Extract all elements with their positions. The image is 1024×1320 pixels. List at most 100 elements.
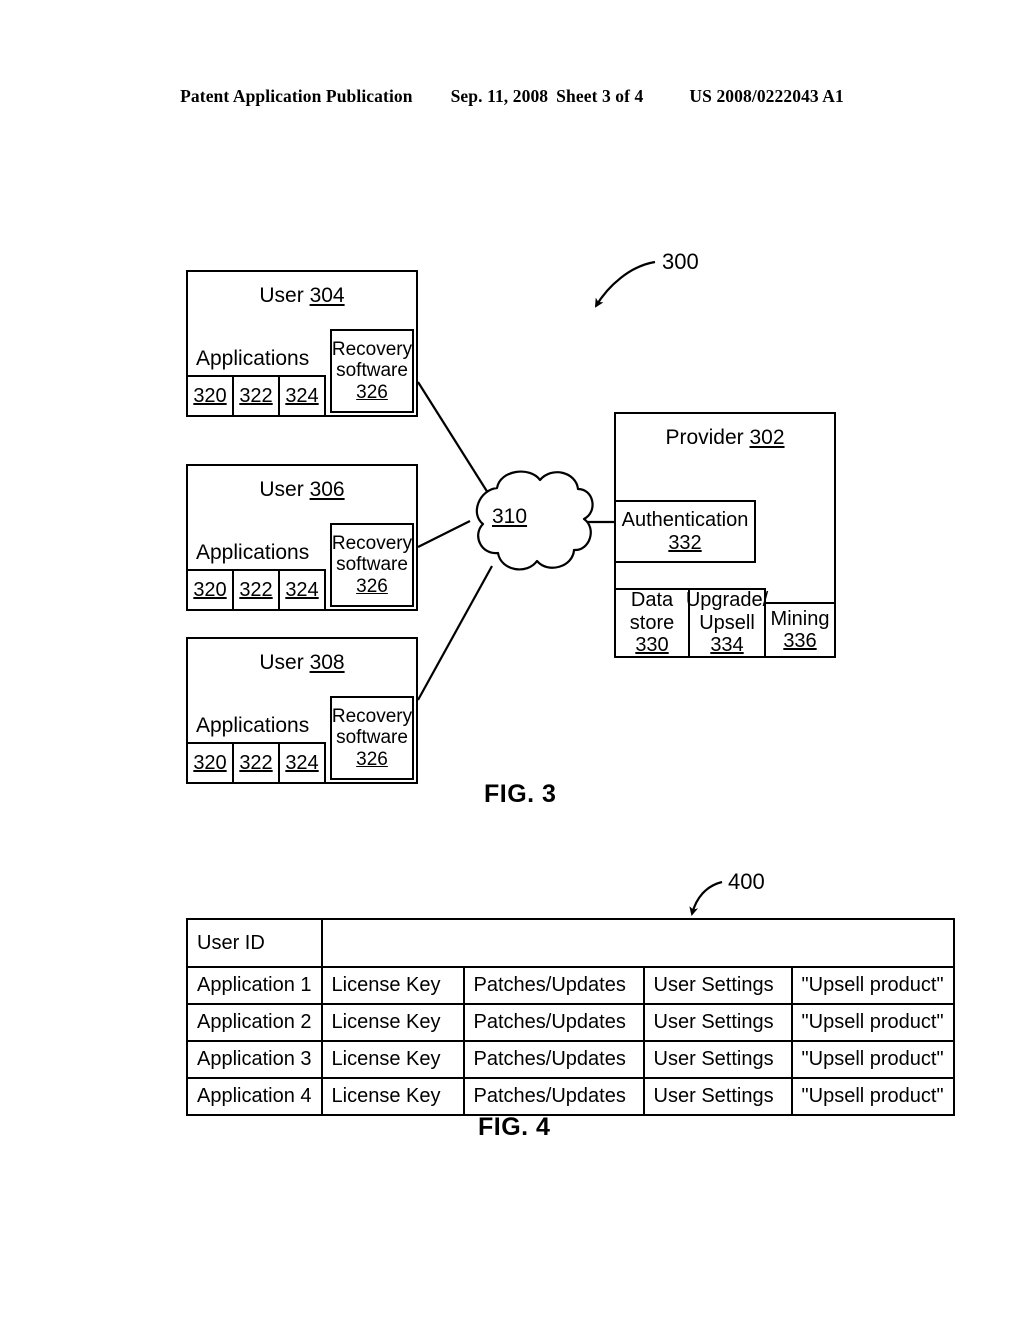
table-row: Application 4 License Key Patches/Update… bbox=[186, 1077, 955, 1116]
header-publication: Patent Application Publication bbox=[180, 86, 413, 106]
application-cell-320: 320 bbox=[186, 742, 234, 784]
user-block-306-title-text: User bbox=[259, 478, 304, 501]
table-row: Application 2 License Key Patches/Update… bbox=[186, 1003, 955, 1042]
table-cell-application: Application 1 bbox=[186, 966, 323, 1005]
table-cell-application: Application 4 bbox=[186, 1077, 323, 1116]
user-block-308-title: User 308 bbox=[188, 651, 416, 675]
table-row: Application 3 License Key Patches/Update… bbox=[186, 1040, 955, 1079]
mining-line1: Mining bbox=[770, 607, 830, 630]
recovery-software-box-326: Recovery software 326 bbox=[330, 696, 414, 780]
reference-callout-400: 400 bbox=[728, 869, 765, 894]
callout-arrow-300 bbox=[594, 260, 656, 308]
data-store-line2: store bbox=[629, 611, 675, 634]
authentication-box-332: Authentication 332 bbox=[614, 500, 756, 563]
recovery-software-line2: software bbox=[336, 360, 408, 382]
provider-title-text: Provider bbox=[665, 426, 744, 449]
user-block-304: User 304 Applications 320 322 324 Recove… bbox=[186, 270, 418, 417]
recovery-software-line1: Recovery bbox=[331, 338, 413, 360]
table-header-row: User ID bbox=[186, 918, 955, 968]
table-cell-application: Application 3 bbox=[186, 1040, 323, 1079]
table-cell-license-key: License Key bbox=[320, 1003, 465, 1042]
figure-3-caption: FIG. 3 bbox=[484, 780, 557, 808]
table-cell-settings: User Settings bbox=[642, 1040, 793, 1079]
data-store-reference: 330 bbox=[635, 634, 669, 657]
recovery-software-reference: 326 bbox=[356, 381, 388, 403]
connector-user306-cloud bbox=[417, 520, 471, 548]
provider-reference: 302 bbox=[749, 426, 785, 449]
recovery-software-reference: 326 bbox=[356, 575, 388, 597]
table-cell-license-key: License Key bbox=[320, 966, 465, 1005]
user-block-304-reference: 304 bbox=[309, 284, 345, 307]
table-header-user-id: User ID bbox=[186, 918, 323, 968]
header-patent-number: US 2008/0222043 A1 bbox=[689, 86, 844, 106]
recovery-software-line2: software bbox=[336, 727, 408, 749]
table-cell-upsell: "Upsell product" bbox=[790, 1040, 955, 1079]
mining-reference: 336 bbox=[783, 630, 817, 652]
application-cell-322: 322 bbox=[232, 569, 280, 611]
provider-module-row: Data store 330 Upgrade/ Upsell 334 Minin… bbox=[614, 588, 836, 658]
user-block-304-application-row: 320 322 324 bbox=[186, 375, 326, 417]
table-cell-application: Application 2 bbox=[186, 1003, 323, 1042]
user-block-308-application-row: 320 322 324 bbox=[186, 742, 326, 784]
connector-user304-cloud bbox=[417, 381, 489, 494]
table-cell-patches: Patches/Updates bbox=[462, 1077, 645, 1116]
provider-block-302: Provider 302 Authentication 332 Data sto… bbox=[614, 412, 836, 658]
table-cell-patches: Patches/Updates bbox=[462, 1040, 645, 1079]
table-cell-license-key: License Key bbox=[320, 1040, 465, 1079]
recovery-software-line1: Recovery bbox=[331, 532, 413, 554]
table-row: Application 1 License Key Patches/Update… bbox=[186, 966, 955, 1005]
table-cell-settings: User Settings bbox=[642, 1077, 793, 1116]
upgrade-upsell-reference: 334 bbox=[710, 634, 744, 657]
recovery-software-box-326: Recovery software 326 bbox=[330, 329, 414, 413]
application-cell-324: 324 bbox=[278, 742, 326, 784]
user-block-308: User 308 Applications 320 322 324 Recove… bbox=[186, 637, 418, 784]
user-block-306-title: User 306 bbox=[188, 478, 416, 502]
table-cell-upsell: "Upsell product" bbox=[790, 1077, 955, 1116]
table-cell-settings: User Settings bbox=[642, 966, 793, 1005]
table-cell-upsell: "Upsell product" bbox=[790, 966, 955, 1005]
mining-module-336: Mining 336 bbox=[764, 602, 836, 658]
table-cell-settings: User Settings bbox=[642, 1003, 793, 1042]
upgrade-upsell-module-334: Upgrade/ Upsell 334 bbox=[685, 588, 769, 658]
user-block-304-applications-label: Applications bbox=[196, 347, 310, 370]
user-block-306: User 306 Applications 320 322 324 Recove… bbox=[186, 464, 418, 611]
authentication-reference: 332 bbox=[668, 531, 702, 554]
user-block-308-title-text: User bbox=[259, 651, 304, 674]
user-block-306-reference: 306 bbox=[309, 478, 345, 501]
provider-title: Provider 302 bbox=[616, 426, 834, 450]
application-cell-324: 324 bbox=[278, 375, 326, 417]
user-block-308-reference: 308 bbox=[309, 651, 345, 674]
authentication-label: Authentication bbox=[621, 508, 749, 531]
connector-user308-cloud bbox=[417, 565, 493, 701]
reference-callout-300: 300 bbox=[662, 249, 699, 274]
recovery-software-reference: 326 bbox=[356, 748, 388, 770]
cloud-label: 310 bbox=[492, 505, 527, 529]
table-cell-license-key: License Key bbox=[320, 1077, 465, 1116]
application-cell-320: 320 bbox=[186, 569, 234, 611]
recovery-software-line1: Recovery bbox=[331, 705, 413, 727]
header-sheet-number: Sheet 3 of 4 bbox=[556, 86, 644, 106]
user-block-306-applications-label: Applications bbox=[196, 541, 310, 564]
user-block-308-applications-label: Applications bbox=[196, 714, 310, 737]
recovery-software-box-326: Recovery software 326 bbox=[330, 523, 414, 607]
application-cell-322: 322 bbox=[232, 375, 280, 417]
table-cell-upsell: "Upsell product" bbox=[790, 1003, 955, 1042]
table-header-empty bbox=[320, 918, 955, 968]
table-cell-patches: Patches/Updates bbox=[462, 966, 645, 1005]
application-cell-320: 320 bbox=[186, 375, 234, 417]
application-cell-324: 324 bbox=[278, 569, 326, 611]
callout-arrow-400 bbox=[689, 880, 723, 916]
user-block-304-title: User 304 bbox=[188, 284, 416, 308]
header-date: Sep. 11, 2008 bbox=[450, 86, 549, 106]
data-store-module-330: Data store 330 bbox=[614, 588, 690, 658]
application-cell-322: 322 bbox=[232, 742, 280, 784]
recovery-software-line2: software bbox=[336, 554, 408, 576]
page-header: Patent Application Publication Sep. 11, … bbox=[0, 86, 1024, 107]
table-cell-patches: Patches/Updates bbox=[462, 1003, 645, 1042]
user-record-table: User ID Application 1 License Key Patche… bbox=[186, 918, 955, 1116]
upgrade-upsell-line1: Upgrade/ bbox=[685, 589, 769, 612]
user-block-306-application-row: 320 322 324 bbox=[186, 569, 326, 611]
upgrade-upsell-line2: Upsell bbox=[699, 611, 755, 634]
user-block-304-title-text: User bbox=[259, 284, 304, 307]
data-store-line1: Data bbox=[630, 589, 674, 612]
